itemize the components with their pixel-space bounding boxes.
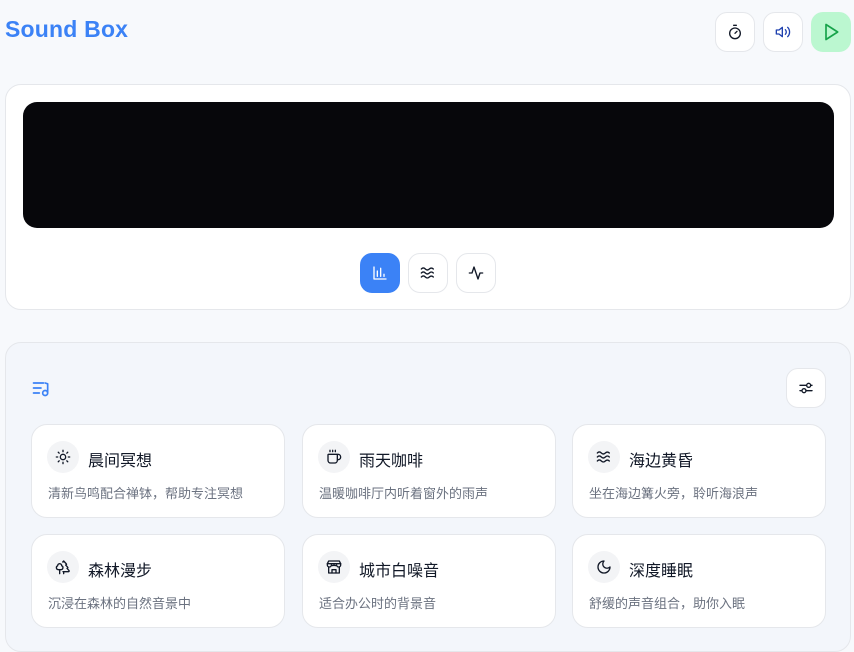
bar-chart-icon xyxy=(373,266,387,280)
scene-name: 雨天咖啡 xyxy=(359,451,424,470)
waves-mode-button[interactable] xyxy=(408,253,448,293)
scene-list-card: 晨间冥想 清新鸟鸣配合禅钵，帮助专注冥想 雨天咖啡 温暖咖啡厅内听着窗外的雨声 … xyxy=(5,342,851,652)
scene-card[interactable]: 雨天咖啡 温暖咖啡厅内听着窗外的雨声 xyxy=(302,424,556,518)
settings-filter-button[interactable] xyxy=(786,368,826,408)
play-button[interactable] xyxy=(811,12,851,52)
visualizer-card xyxy=(5,84,851,310)
scene-name: 城市白噪音 xyxy=(359,561,440,580)
app-header: Sound Box xyxy=(0,0,854,64)
scene-description: 温暖咖啡厅内听着窗外的雨声 xyxy=(319,487,489,502)
scene-card[interactable]: 深度睡眠 舒缓的声音组合，助你入眠 xyxy=(572,534,826,628)
waves-icon xyxy=(420,267,434,279)
pulse-mode-button[interactable] xyxy=(456,253,496,293)
store-icon xyxy=(318,551,350,583)
playlist-music-icon xyxy=(30,377,52,399)
sliders-icon xyxy=(799,382,813,394)
play-icon xyxy=(825,23,839,41)
volume-icon xyxy=(775,26,791,38)
scene-card[interactable]: 森林漫步 沉浸在森林的自然音景中 xyxy=(31,534,285,628)
scene-name: 晨间冥想 xyxy=(88,451,153,470)
scene-card[interactable]: 晨间冥想 清新鸟鸣配合禅钵，帮助专注冥想 xyxy=(31,424,285,518)
scene-name: 深度睡眠 xyxy=(629,561,694,580)
scene-description: 清新鸟鸣配合禅钵，帮助专注冥想 xyxy=(48,487,244,502)
timer-button[interactable] xyxy=(715,12,755,52)
volume-button[interactable] xyxy=(763,12,803,52)
timer-icon xyxy=(729,24,741,40)
scene-description: 舒缓的声音组合，助你入眠 xyxy=(589,597,746,612)
scene-card[interactable]: 城市白噪音 适合办公时的背景音 xyxy=(302,534,556,628)
scene-description: 适合办公时的背景音 xyxy=(319,597,437,612)
bars-mode-button[interactable] xyxy=(360,253,400,293)
coffee-icon xyxy=(318,441,350,473)
activity-icon xyxy=(468,266,484,280)
visualizer-canvas xyxy=(23,102,834,228)
scene-description: 沉浸在森林的自然音景中 xyxy=(48,597,192,612)
scene-card[interactable]: 海边黄昏 坐在海边篝火旁，聆听海浪声 xyxy=(572,424,826,518)
sun-icon xyxy=(47,441,79,473)
scene-name: 森林漫步 xyxy=(88,561,153,580)
waves-icon xyxy=(588,441,620,473)
moon-icon xyxy=(588,551,620,583)
scene-description: 坐在海边篝火旁，聆听海浪声 xyxy=(589,487,759,502)
app-title: Sound Box xyxy=(5,16,129,42)
scene-name: 海边黄昏 xyxy=(629,451,694,470)
trees-icon xyxy=(47,551,79,583)
